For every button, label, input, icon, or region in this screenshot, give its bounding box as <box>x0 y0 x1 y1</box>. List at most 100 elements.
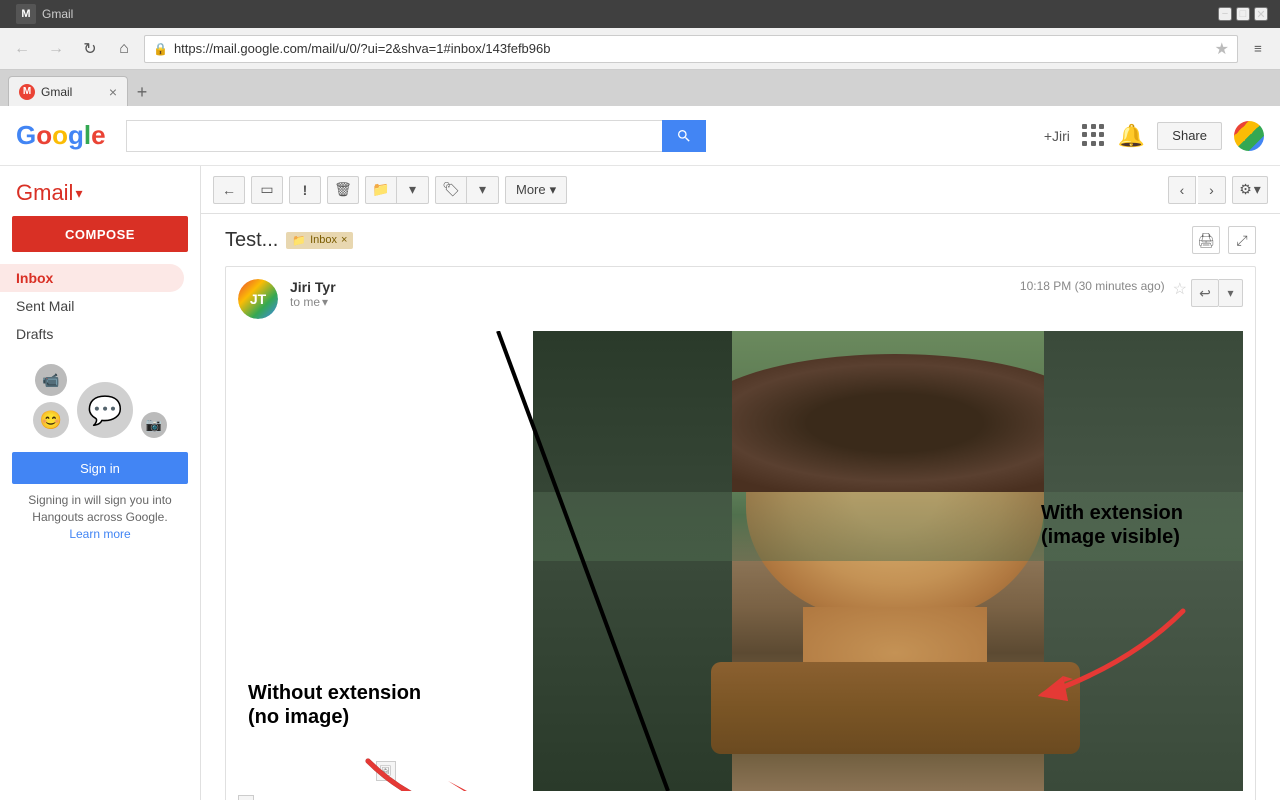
gmail-container: Gmail ▾ COMPOSE Inbox Sent Mail Drafts 📹… <box>0 166 1280 800</box>
sender-name: Jiri Tyr <box>290 279 1020 295</box>
title-bar: M Gmail − □ ✕ <box>0 0 1280 28</box>
expand-recipients-icon[interactable]: ▾ <box>322 295 328 309</box>
gmail-dropdown-icon[interactable]: ▾ <box>75 185 82 202</box>
search-input[interactable] <box>126 120 662 152</box>
reply-group: ↩ ▾ <box>1191 279 1243 307</box>
signin-button[interactable]: Sign in <box>12 452 188 484</box>
close-button[interactable]: ✕ <box>1254 7 1268 21</box>
search-button[interactable] <box>662 120 706 152</box>
email-header: JT Jiri Tyr to me ▾ 10:18 PM (30 minutes… <box>238 279 1243 319</box>
gmail-tab[interactable]: M Gmail × <box>8 76 128 106</box>
hangouts-icons-row: 📹 😊 💬 📷 <box>12 364 188 438</box>
broken-image-icon: 🖼 <box>376 761 396 781</box>
tab-favicon: M <box>23 86 31 97</box>
email-view: Test... 📁 Inbox × 🖨 ⤢ <box>201 214 1280 800</box>
archive-icon: ▭ <box>260 181 273 198</box>
inbox-tag-close[interactable]: × <box>341 234 347 246</box>
move-dropdown-icon: ▾ <box>409 181 416 198</box>
new-tab-button[interactable]: + <box>128 78 156 106</box>
expand-icon: ⤢ <box>1236 232 1247 249</box>
google-bar: Google +Jiri 🔔 Share <box>0 106 1280 166</box>
browser-menu-button[interactable]: ≡ <box>1244 35 1272 63</box>
sent-label: Sent Mail <box>16 298 168 314</box>
maximize-button[interactable]: □ <box>1236 7 1250 21</box>
search-container <box>126 120 706 152</box>
email-message: JT Jiri Tyr to me ▾ 10:18 PM (30 minutes… <box>225 266 1256 800</box>
archive-button[interactable]: ▭ <box>251 176 283 204</box>
notifications-button[interactable]: 🔔 <box>1118 123 1145 149</box>
reply-more-button[interactable]: ▾ <box>1219 279 1243 307</box>
email-nav: ‹ › <box>1168 176 1226 204</box>
move-to-dropdown-button[interactable]: ▾ <box>397 176 429 204</box>
learn-more-link[interactable]: Learn more <box>69 527 130 541</box>
sidebar-item-inbox[interactable]: Inbox <box>0 264 184 292</box>
hangouts-chat-icon: 💬 <box>77 382 133 438</box>
back-button[interactable]: ← <box>8 35 36 63</box>
sidebar-item-drafts[interactable]: Drafts <box>0 320 184 348</box>
move-to-button[interactable]: 📁 <box>365 176 397 204</box>
signin-description: Signing in will sign you into Hangouts a… <box>12 492 188 542</box>
user-profile-link[interactable]: +Jiri <box>1044 128 1070 144</box>
compose-button[interactable]: COMPOSE <box>12 216 188 252</box>
email-footer <box>238 795 1243 800</box>
sender-info: Jiri Tyr to me ▾ <box>290 279 1020 309</box>
more-dropdown-icon: ▾ <box>550 182 557 198</box>
gmail-logo-row: Gmail ▾ <box>0 174 200 212</box>
sidebar-item-sent[interactable]: Sent Mail <box>0 292 184 320</box>
email-time: 10:18 PM (30 minutes ago) <box>1020 279 1165 293</box>
inbox-tag[interactable]: 📁 Inbox × <box>286 232 353 249</box>
gmail-logo: Gmail <box>16 180 73 206</box>
reply-more-icon: ▾ <box>1227 286 1233 300</box>
print-button[interactable]: 🖨 <box>1192 226 1220 254</box>
labels-button[interactable]: 🏷 <box>435 176 467 204</box>
sender-to-row: to me ▾ <box>290 295 1020 309</box>
settings-dropdown-icon: ▾ <box>1254 181 1261 198</box>
labels-dropdown-icon: ▾ <box>479 181 486 198</box>
star-button[interactable]: ☆ <box>1173 279 1187 299</box>
user-avatar[interactable] <box>1234 121 1264 151</box>
inbox-tag-label: Inbox <box>310 234 337 246</box>
to-label: to me <box>290 295 320 309</box>
url-text: https://mail.google.com/mail/u/0/?ui=2&s… <box>174 41 1211 56</box>
print-icon: 🖨 <box>1197 232 1215 249</box>
move-to-group: 📁 ▾ <box>365 176 429 204</box>
delete-button[interactable]: 🗑 <box>327 176 359 204</box>
inbox-label: Inbox <box>16 270 168 286</box>
spam-icon: ! <box>303 182 308 198</box>
close-tab-button[interactable]: × <box>109 84 117 100</box>
main-content: ← ▭ ! 🗑 📁 ▾ 🏷 <box>200 166 1280 800</box>
forward-button[interactable]: → <box>42 35 70 63</box>
email-subject-row: Test... 📁 Inbox × 🖨 ⤢ <box>225 226 1256 254</box>
report-spam-button[interactable]: ! <box>289 176 321 204</box>
bookmark-icon[interactable]: ★ <box>1215 39 1229 59</box>
search-icon <box>676 128 692 144</box>
address-bar[interactable]: 🔒 https://mail.google.com/mail/u/0/?ui=2… <box>144 35 1238 63</box>
folder-icon: 📁 <box>372 181 389 198</box>
trash-icon: 🗑 <box>334 181 352 198</box>
google-logo: Google <box>16 120 106 151</box>
label-icon: 🏷 <box>442 181 460 198</box>
reply-button[interactable]: ↩ <box>1191 279 1219 307</box>
reload-button[interactable]: ↻ <box>76 35 104 63</box>
apps-button[interactable] <box>1082 124 1106 148</box>
hangouts-smiley-icon: 😊 <box>33 402 69 438</box>
tabs-bar: M Gmail × + <box>0 70 1280 106</box>
more-button[interactable]: More ▾ <box>505 176 567 204</box>
share-button[interactable]: Share <box>1157 122 1222 150</box>
prev-email-button[interactable]: ‹ <box>1168 176 1196 204</box>
next-icon: › <box>1209 182 1214 198</box>
prev-icon: ‹ <box>1180 182 1185 198</box>
minimize-button[interactable]: − <box>1218 7 1232 21</box>
more-label: More <box>516 182 546 197</box>
expand-button[interactable]: ⤢ <box>1228 226 1256 254</box>
hangouts-section: 📹 😊 💬 📷 Sign in Signing in will sign you… <box>0 348 200 558</box>
email-body: 🖼 <box>238 331 1243 791</box>
settings-group: ⚙ ▾ <box>1232 176 1268 204</box>
labels-dropdown-button[interactable]: ▾ <box>467 176 499 204</box>
settings-button[interactable]: ⚙ ▾ <box>1232 176 1268 204</box>
hangouts-video-icon: 📹 <box>35 364 67 396</box>
next-email-button[interactable]: › <box>1198 176 1226 204</box>
home-button[interactable]: ⌂ <box>110 35 138 63</box>
back-arrow-icon: ← <box>222 182 236 198</box>
back-to-inbox-button[interactable]: ← <box>213 176 245 204</box>
